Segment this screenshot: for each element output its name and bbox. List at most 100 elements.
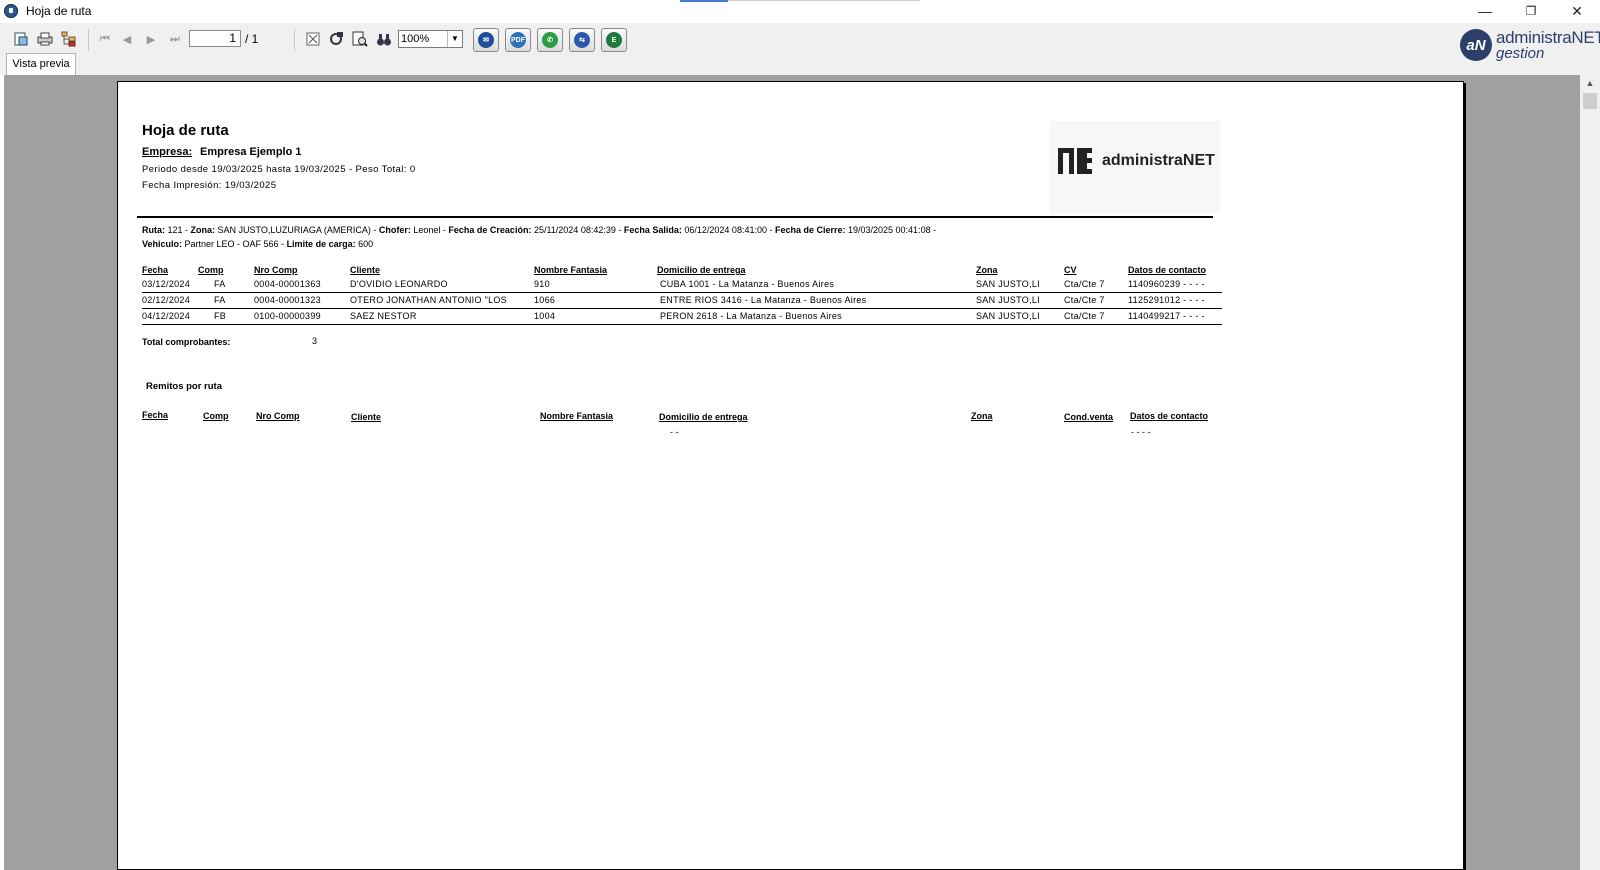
next-page-button[interactable]: ▶ — [142, 30, 160, 48]
prev-page-button[interactable]: ◀ — [118, 30, 136, 48]
minimize-button[interactable]: — — [1462, 0, 1508, 22]
remitos-header-comp: Comp — [203, 411, 229, 421]
close-button[interactable]: ✕ — [1554, 0, 1600, 22]
export-report-button[interactable] — [12, 30, 30, 48]
cell-zona: SAN JUSTO,LI — [976, 279, 1040, 289]
search-button[interactable] — [375, 30, 393, 48]
binoculars-icon — [377, 34, 391, 46]
printer-icon — [37, 32, 53, 46]
email-button[interactable]: ✉ — [473, 28, 499, 52]
cell-cliente: OTERO JONATHAN ANTONIO "LOS — [350, 295, 507, 305]
report-logo: administraNET — [1050, 121, 1220, 213]
cell-zona: SAN JUSTO,LI — [976, 295, 1040, 305]
route-info-line-1: Ruta: 121 - Zona: SAN JUSTO,LUZURIAGA (A… — [142, 225, 936, 235]
col-header-nombre-fantasia: Nombre Fantasia — [534, 265, 608, 275]
route-info-segment: 25/11/2024 08:42:39 - — [531, 225, 624, 235]
cancel-icon — [306, 32, 320, 46]
excel-icon: E — [606, 32, 622, 48]
cell-nombre-fantasia: 910 — [534, 279, 550, 289]
company-label: Empresa: — [142, 146, 193, 158]
company-name: Empresa Ejemplo 1 — [200, 146, 302, 158]
remitos-header-contacto: Datos de contacto — [1130, 411, 1209, 421]
col-header-contacto: Datos de contacto — [1128, 265, 1207, 275]
route-info-line-2: Vehiculo: Partner LEO - OAF 566 - Limite… — [142, 239, 373, 249]
whatsapp-button[interactable]: ✆ — [537, 28, 563, 52]
excel-button[interactable]: E — [601, 28, 627, 52]
refresh-button[interactable] — [327, 30, 345, 48]
scroll-thumb[interactable] — [1583, 93, 1597, 109]
zoom-value: 100% — [401, 33, 430, 45]
tree-icon — [61, 31, 76, 47]
route-info-segment: Zona: — [190, 225, 216, 235]
route-info-segment: 121 - — [165, 225, 191, 235]
restore-button[interactable]: ❐ — [1508, 0, 1554, 22]
cell-nro-comp: 0100-00000399 — [254, 311, 321, 321]
report-title: Hoja de ruta — [142, 122, 229, 139]
pdf-icon: PDF — [510, 32, 526, 48]
print-date: Fecha Impresión: 19/03/2025 — [142, 180, 277, 191]
print-button[interactable] — [36, 30, 54, 48]
separator — [88, 29, 89, 51]
tab-preview[interactable]: Vista previa — [6, 53, 76, 75]
col-header-zona: Zona — [976, 265, 998, 275]
col-header-domicilio: Domicilio de entrega — [657, 265, 746, 275]
col-header-fecha: Fecha — [142, 265, 169, 275]
last-page-icon: ⏭ — [170, 32, 180, 45]
tree-button[interactable] — [60, 30, 78, 48]
cell-nombre-fantasia: 1004 — [534, 311, 556, 321]
total-value: 3 — [312, 336, 318, 346]
cell-cv: Cta/Cte 7 — [1064, 279, 1105, 289]
route-info-segment: Fecha Salida: — [623, 225, 682, 235]
cell-fecha: 03/12/2024 — [142, 279, 191, 289]
zoom-select[interactable]: 100% ▼ — [398, 30, 463, 48]
remitos-header-cliente: Cliente — [351, 412, 382, 422]
route-info-segment: SAN JUSTO,LUZURIAGA (AMERICA) - — [215, 225, 379, 235]
col-header-nro-comp: Nro Comp — [254, 265, 298, 275]
last-page-button[interactable]: ⏭ — [166, 30, 184, 48]
total-label: Total comprobantes: — [142, 337, 231, 347]
cell-fecha: 02/12/2024 — [142, 295, 191, 305]
cell-comp: FA — [214, 295, 226, 305]
brand-logo: aN administraNET gestion — [1460, 28, 1600, 66]
route-info-segment: Leonel - — [410, 225, 449, 235]
cell-contacto: 1140499217 - - - - — [1128, 311, 1205, 321]
cell-contacto: 1125291012 - - - - — [1128, 295, 1205, 305]
cell-domicilio: CUBA 1001 - La Matanza - Buenos Aires — [660, 279, 835, 289]
scroll-up-icon[interactable]: ▲ — [1580, 75, 1600, 91]
col-header-cv: CV — [1064, 265, 1077, 275]
cell-cliente: D'OVIDIO LEONARDO — [350, 279, 448, 289]
report-period: Periodo desde 19/03/2025 hasta 19/03/202… — [142, 164, 416, 175]
cell-comp: FB — [214, 311, 227, 321]
cell-contacto: 1140960239 - - - - — [1128, 279, 1205, 289]
refresh-icon — [330, 32, 343, 45]
cell-nombre-fantasia: 1066 — [534, 295, 556, 305]
title-accent — [680, 0, 728, 2]
cell-domicilio: PERON 2618 - La Matanza - Buenos Aires — [660, 311, 842, 321]
route-info-segment: Limite de carga: — [286, 239, 356, 249]
report-logo-text: administraNET — [1102, 152, 1215, 169]
cell-nro-comp: 0004-00001323 — [254, 295, 321, 305]
stop-button[interactable] — [304, 30, 322, 48]
export-button[interactable]: ⇆ — [569, 28, 595, 52]
first-page-button[interactable]: ⏮ — [96, 30, 114, 48]
route-info-segment: Ruta: — [142, 225, 165, 235]
page-magnifier-icon — [352, 31, 368, 47]
chevron-down-icon: ▼ — [447, 31, 462, 47]
pdf-button[interactable]: PDF — [505, 28, 531, 52]
route-info-segment: Partner LEO - OAF 566 - — [182, 239, 287, 249]
cell-zona: SAN JUSTO,LI — [976, 311, 1040, 321]
first-page-icon: ⏮ — [100, 32, 110, 45]
route-info-segment: Fecha de Creación: — [448, 225, 532, 235]
route-info-segment: Vehiculo: — [142, 239, 183, 249]
row-divider — [142, 292, 1222, 293]
page-setup-button[interactable] — [351, 30, 369, 48]
cell-nro-comp: 0004-00001363 — [254, 279, 321, 289]
remitos-header-zona: Zona — [971, 411, 993, 421]
page-number-input[interactable]: 1 — [189, 30, 241, 47]
vertical-scrollbar[interactable]: ▲ — [1580, 75, 1600, 870]
prev-page-icon: ◀ — [122, 33, 132, 46]
cell-cv: Cta/Cte 7 — [1064, 311, 1105, 321]
remitos-domicilio-empty: - - — [670, 427, 679, 437]
cell-fecha: 04/12/2024 — [142, 311, 191, 321]
next-page-icon: ▶ — [146, 33, 156, 46]
